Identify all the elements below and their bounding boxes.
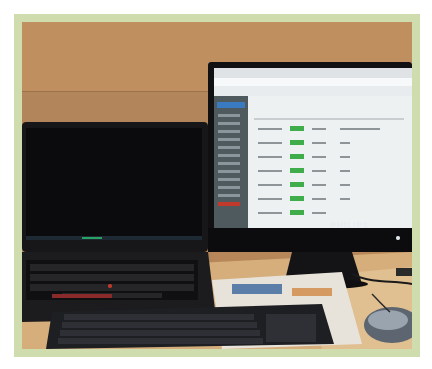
- sidebar-item: [218, 154, 240, 157]
- desk-photo: PHILIPS: [22, 22, 412, 349]
- sidebar-item: [218, 162, 240, 165]
- mouse-top: [368, 310, 408, 330]
- photo-frame: PHILIPS: [0, 0, 432, 369]
- sidebar-item: [218, 194, 240, 197]
- trackpad-buttons: [52, 294, 112, 298]
- row-text: [340, 128, 380, 130]
- laptop-screen: [26, 128, 202, 240]
- table-header-line: [254, 118, 404, 120]
- monitor-chin: [208, 228, 412, 252]
- laptop-taskbar: [26, 236, 202, 240]
- paper-image: [232, 284, 282, 294]
- desk-scene: [22, 22, 412, 349]
- row-text: [312, 198, 326, 200]
- row-text: [258, 142, 282, 144]
- plug: [396, 268, 412, 276]
- row-text: [312, 128, 326, 130]
- row-text: [312, 170, 326, 172]
- sidebar-item: [218, 186, 240, 189]
- row-text: [258, 184, 282, 186]
- row-text: [312, 156, 326, 158]
- status-badge: [290, 140, 304, 145]
- laptop: [22, 122, 216, 322]
- status-badge: [290, 168, 304, 173]
- sidebar-item: [218, 170, 240, 173]
- row-text: [258, 170, 282, 172]
- sidebar-item: [218, 178, 240, 181]
- sidebar-item: [218, 114, 240, 117]
- paper-image: [292, 288, 332, 296]
- row-text: [312, 184, 326, 186]
- power-led: [396, 236, 400, 240]
- status-badge: [290, 154, 304, 159]
- monitor-brand-label: PHILIPS: [330, 221, 369, 230]
- sidebar-red-item: [218, 202, 240, 206]
- status-badge: [290, 126, 304, 131]
- row-text: [258, 212, 282, 214]
- sidebar-active-item: [217, 102, 245, 108]
- status-badge: [290, 210, 304, 215]
- row-text: [312, 142, 326, 144]
- app-titlebar: [214, 68, 412, 78]
- row-text: [340, 184, 350, 186]
- app-address-bar: [214, 78, 412, 86]
- sidebar-item: [218, 122, 240, 125]
- status-badge: [290, 196, 304, 201]
- row-text: [340, 170, 350, 172]
- row-text: [340, 156, 350, 158]
- sidebar-item: [218, 146, 240, 149]
- row-text: [258, 128, 282, 130]
- status-badge: [290, 182, 304, 187]
- row-text: [340, 142, 350, 144]
- row-text: [258, 156, 282, 158]
- row-text: [312, 212, 326, 214]
- trackpoint: [108, 284, 112, 288]
- sidebar-item: [218, 138, 240, 141]
- row-text: [258, 198, 282, 200]
- taskbar-item: [82, 237, 102, 239]
- row-text: [340, 198, 350, 200]
- sidebar-item: [218, 130, 240, 133]
- app-tab-bar: [214, 86, 412, 96]
